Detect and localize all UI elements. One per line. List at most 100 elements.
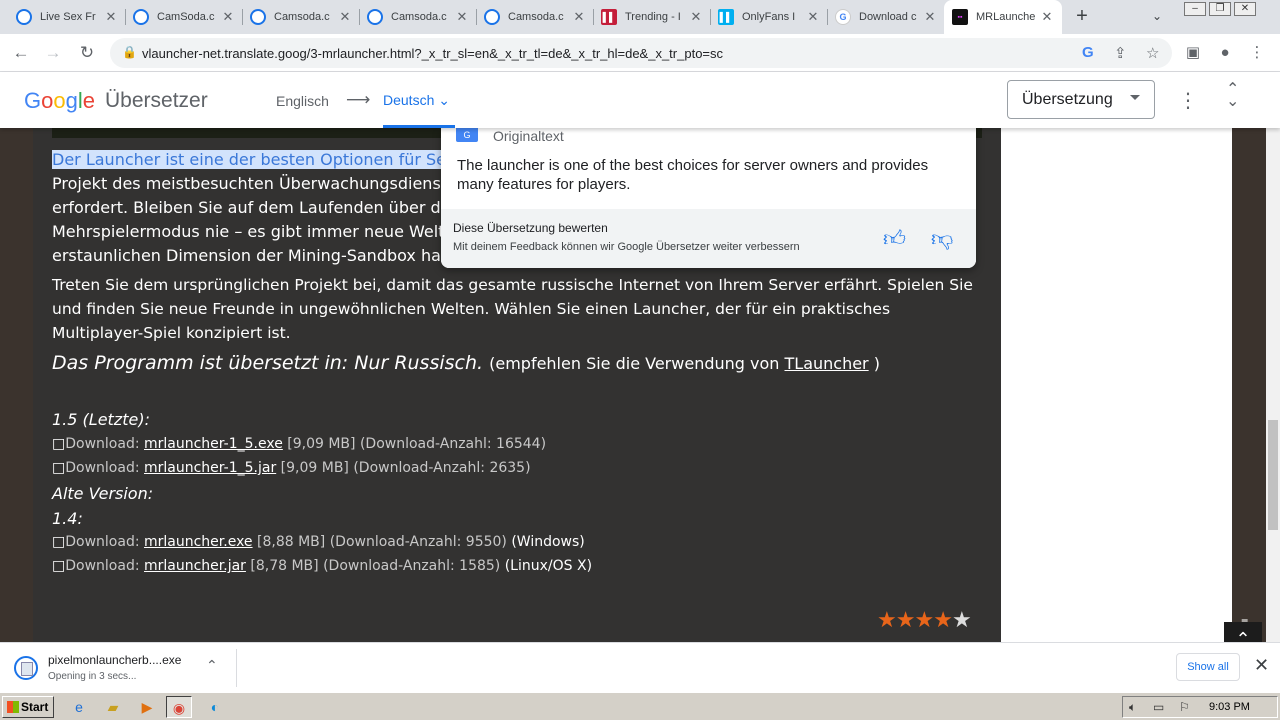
browser-tab[interactable]: Camsoda.c ✕: [359, 0, 477, 34]
star-icon[interactable]: ★: [877, 608, 897, 633]
star-icon[interactable]: ★: [933, 608, 953, 633]
start-button[interactable]: Start: [2, 696, 54, 718]
popup-title: Originaltext: [493, 128, 564, 144]
onlyfans-icon: ▌▌: [718, 9, 734, 25]
volume-icon[interactable]: 🔈︎: [1129, 700, 1136, 715]
reload-icon[interactable]: ↻: [76, 42, 98, 64]
new-tab-button[interactable]: +: [1070, 6, 1094, 28]
camsoda-icon: [250, 9, 266, 25]
star-icon[interactable]: ★: [896, 608, 916, 633]
chevron-down-icon: ⌄: [438, 92, 450, 108]
browser-tab[interactable]: ▌▌ OnlyFans I ✕: [710, 0, 828, 34]
browser-tab[interactable]: Live Sex Fr ✕: [8, 0, 126, 34]
chrome-icon[interactable]: ◉: [166, 696, 192, 718]
restore-button[interactable]: ❐: [1209, 2, 1231, 16]
rating-stars[interactable]: ★★★★★: [877, 608, 972, 633]
profile-icon[interactable]: ●: [1214, 42, 1236, 64]
translate-menu-icon[interactable]: ⋮: [1178, 88, 1198, 113]
download-file-icon[interactable]: [14, 656, 38, 680]
tab-search-chevron-icon[interactable]: ⌄: [1152, 9, 1162, 23]
edge-icon[interactable]: ◐: [202, 696, 228, 718]
tab-close-icon[interactable]: ✕: [689, 9, 703, 25]
camsoda-icon: [16, 9, 32, 25]
chevron-up-icon[interactable]: ⌃: [206, 657, 218, 674]
bookmark-star-icon[interactable]: ☆: [1146, 44, 1159, 62]
internet-explorer-icon[interactable]: e: [66, 696, 92, 718]
show-all-button[interactable]: Show all: [1176, 653, 1240, 681]
folder-icon[interactable]: ▰: [100, 696, 126, 718]
original-text-popup: G Originaltext The launcher is one of th…: [441, 128, 976, 268]
google-translate-bar: Google Übersetzer Englisch ⟶ Deutsch ⌄ Ü…: [0, 72, 1280, 128]
browser-tab[interactable]: ▌▌ Trending - I ✕: [593, 0, 711, 34]
tab-close-icon[interactable]: ✕: [572, 9, 586, 25]
media-player-icon[interactable]: ▶: [134, 696, 160, 718]
target-language-indicator: [383, 125, 455, 128]
download-link[interactable]: mrlauncher-1_5.jar: [144, 460, 276, 476]
tab-close-icon[interactable]: ✕: [221, 9, 235, 25]
mrlauncher-icon: ▪▪: [952, 9, 968, 25]
recommend-text: (empfehlen Sie die Verwendung von TLaunc…: [489, 354, 880, 373]
camsoda-icon: [367, 9, 383, 25]
tab-close-icon[interactable]: ✕: [923, 9, 937, 25]
back-icon[interactable]: ←: [10, 42, 32, 64]
tlauncher-link[interactable]: TLauncher: [785, 354, 869, 373]
browser-tab[interactable]: CamSoda.c ✕: [125, 0, 243, 34]
download-bar: pixelmonlauncherb....exe Opening in 3 se…: [0, 642, 1280, 692]
tab-title: OnlyFans I: [742, 11, 796, 23]
translate-brand-suffix: Übersetzer: [105, 89, 208, 112]
tab-close-icon[interactable]: ✕: [104, 9, 118, 25]
flag-icon[interactable]: ⚐: [1179, 700, 1190, 714]
download-prefix: Download:: [65, 534, 140, 550]
close-icon[interactable]: ✕: [1254, 655, 1269, 676]
download-prefix: Download:: [65, 436, 140, 452]
google-translate-icon[interactable]: G: [1082, 44, 1094, 61]
translation-mode-select[interactable]: Übersetzung: [1007, 80, 1155, 119]
original-text: The launcher is one of the best choices …: [457, 157, 929, 193]
forward-icon[interactable]: →: [42, 42, 64, 64]
browser-tab[interactable]: G Download c ✕: [827, 0, 945, 34]
tab-title: Camsoda.c: [274, 11, 330, 23]
tab-title: CamSoda.c: [157, 11, 215, 23]
download-link[interactable]: mrlauncher.jar: [144, 558, 246, 574]
download-prefix: Download:: [65, 460, 140, 476]
star-icon[interactable]: ★: [952, 608, 972, 633]
menu-kebab-icon[interactable]: ⋮: [1246, 42, 1268, 64]
thumbs-down-icon[interactable]: 👎︎: [931, 225, 953, 252]
side-panel-icon[interactable]: ▣: [1182, 42, 1204, 64]
highlighted-sentence[interactable]: Der Launcher ist eine der besten Optione…: [52, 150, 453, 169]
target-language[interactable]: Deutsch ⌄: [383, 92, 450, 109]
tab-close-icon[interactable]: ✕: [1040, 9, 1054, 25]
scrollbar-thumb[interactable]: [1268, 420, 1278, 530]
tab-title: Camsoda.c: [508, 11, 564, 23]
collapse-icon[interactable]: ⌃ ⌄: [1226, 82, 1239, 110]
page-scrollbar[interactable]: [1266, 128, 1280, 642]
trending-icon: ▌▌: [601, 9, 617, 25]
download-prefix: Download:: [65, 558, 140, 574]
minimize-button[interactable]: –: [1184, 2, 1206, 16]
download-link[interactable]: mrlauncher.exe: [144, 534, 253, 550]
lock-icon[interactable]: 🔒: [122, 45, 137, 59]
google-translate-icon: G: [456, 128, 478, 142]
download-link[interactable]: mrlauncher-1_5.exe: [144, 436, 283, 452]
tab-close-icon[interactable]: ✕: [806, 9, 820, 25]
source-language[interactable]: Englisch: [276, 93, 329, 109]
share-icon[interactable]: ⇪: [1114, 44, 1127, 62]
download-filename[interactable]: pixelmonlauncherb....exe: [48, 653, 181, 667]
google-wordmark: Google: [24, 88, 96, 113]
camsoda-icon: [484, 9, 500, 25]
tab-close-icon[interactable]: ✕: [455, 9, 469, 25]
browser-tab[interactable]: Camsoda.c ✕: [242, 0, 360, 34]
scroll-to-top-button[interactable]: ⌃: [1224, 622, 1262, 642]
star-icon[interactable]: ★: [914, 608, 934, 633]
thumbs-up-icon[interactable]: 👍︎: [883, 225, 906, 252]
close-window-button[interactable]: ✕: [1234, 2, 1256, 16]
browser-toolbar: ← → ↻ 🔒 vlauncher-net.translate.goog/3-m…: [0, 34, 1280, 72]
browser-tab[interactable]: ▪▪ MRLaunche ✕: [944, 0, 1062, 34]
download-line: □Download: mrlauncher.jar [8,78 MB] (Dow…: [52, 558, 593, 574]
tab-close-icon[interactable]: ✕: [338, 9, 352, 25]
address-bar[interactable]: 🔒 vlauncher-net.translate.goog/3-mrlaunc…: [110, 38, 1172, 68]
url-text[interactable]: vlauncher-net.translate.goog/3-mrlaunche…: [142, 46, 723, 61]
network-icon[interactable]: ▭: [1153, 700, 1164, 714]
anyrun-watermark: ANY RUN: [1036, 609, 1252, 642]
browser-tab[interactable]: Camsoda.c ✕: [476, 0, 594, 34]
